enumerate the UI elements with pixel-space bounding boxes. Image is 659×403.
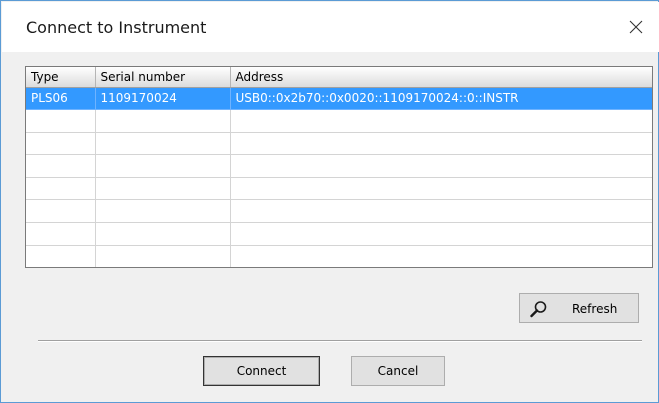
empty-row bbox=[26, 109, 652, 133]
cell-serial-number[interactable]: 1109170024 bbox=[95, 87, 231, 111]
column-header-type[interactable]: Type bbox=[26, 67, 96, 88]
empty-row bbox=[26, 177, 652, 201]
empty-row bbox=[26, 199, 652, 224]
close-button[interactable] bbox=[613, 2, 659, 52]
empty-row bbox=[26, 132, 652, 156]
grid-header-row: Type Serial number Address bbox=[26, 67, 653, 88]
cell-address[interactable]: USB0::0x2b70::0x0020::1109170024::0::INS… bbox=[230, 87, 652, 111]
empty-row bbox=[26, 222, 652, 246]
connect-dialog: Connect to Instrument Type Serial number… bbox=[0, 0, 659, 403]
cell-filler bbox=[652, 87, 653, 110]
magnifier-icon bbox=[530, 301, 547, 318]
refresh-button[interactable]: Refresh bbox=[519, 293, 639, 323]
title-bar[interactable]: Connect to Instrument bbox=[2, 2, 659, 52]
cancel-button[interactable]: Cancel bbox=[351, 356, 445, 386]
refresh-label: Refresh bbox=[572, 302, 618, 316]
empty-row bbox=[26, 154, 652, 178]
close-icon bbox=[629, 20, 643, 34]
instrument-grid[interactable]: Type Serial number Address PLS06 1109170… bbox=[25, 66, 653, 268]
column-header-address[interactable]: Address bbox=[230, 67, 652, 88]
empty-row bbox=[26, 245, 652, 267]
dialog-title: Connect to Instrument bbox=[26, 18, 207, 37]
table-row[interactable]: PLS06 1109170024 USB0::0x2b70::0x0020::1… bbox=[26, 87, 653, 111]
column-header-serial-number[interactable]: Serial number bbox=[95, 67, 231, 88]
column-header-filler bbox=[652, 67, 653, 87]
connect-button[interactable]: Connect bbox=[203, 356, 320, 386]
separator bbox=[38, 340, 642, 342]
cell-type[interactable]: PLS06 bbox=[26, 87, 96, 111]
